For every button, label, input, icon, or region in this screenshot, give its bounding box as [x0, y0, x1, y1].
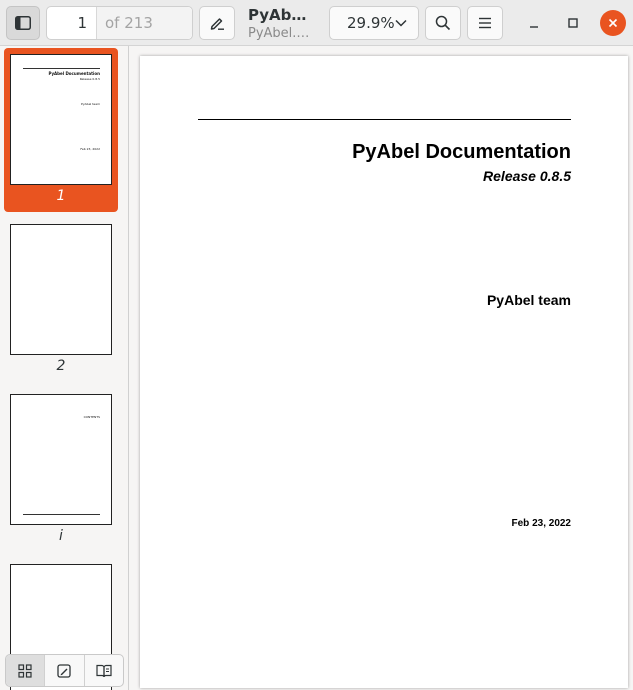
document-title-label: PyAb…: [248, 6, 307, 24]
document-subtitle-label: PyAbel.…: [248, 26, 310, 41]
minimize-button[interactable]: [521, 10, 547, 36]
thumbnail-preview: PyAbel Documentation Release 0.8.5 PyAbe…: [10, 54, 112, 185]
thumbnail-label: 2: [56, 358, 66, 374]
grid-icon: [18, 663, 32, 678]
zoom-level-label: 29.9%: [347, 14, 395, 32]
thumbnail-sidebar[interactable]: PyAbel Documentation Release 0.8.5 PyAbe…: [0, 46, 129, 690]
thumbnail-page-2[interactable]: 2: [4, 218, 118, 382]
pencil-icon: [210, 18, 224, 30]
thumbnail-text: PyAbel team: [81, 102, 100, 106]
current-page-input[interactable]: 1: [47, 7, 97, 39]
thumbnail-preview: [10, 224, 112, 355]
minimize-icon: [530, 26, 538, 28]
document-title: PyAbel Documentation: [352, 141, 571, 163]
thumbnail-label: 1: [56, 188, 66, 204]
sidebar-view-switcher: [5, 654, 124, 687]
thumbnail-page-i[interactable]: CONTENTS i: [4, 388, 118, 552]
title-rule: [198, 119, 571, 120]
document-page: PyAbel Documentation Release 0.8.5 PyAbe…: [140, 56, 628, 688]
main-menu-button[interactable]: [467, 6, 503, 40]
header-bar: 1 of 213 PyAb… PyAbel.… 29.9%: [0, 0, 633, 46]
page-total-label: of 213: [97, 7, 192, 39]
annotations-view-button[interactable]: [45, 655, 85, 686]
sidebar-toggle-icon: [15, 16, 31, 30]
document-date: Feb 23, 2022: [511, 518, 571, 529]
document-release: Release 0.8.5: [483, 168, 571, 184]
thumbnail-text: Feb 23, 2022: [80, 147, 100, 151]
chevron-down-icon: [395, 19, 407, 27]
zoom-dropdown[interactable]: 29.9%: [329, 6, 419, 40]
thumbnail-text: Release 0.8.5: [79, 77, 100, 81]
document-author: PyAbel team: [486, 292, 571, 308]
search-icon: [435, 15, 451, 31]
bookmarks-icon: [96, 664, 112, 677]
close-button[interactable]: [600, 10, 626, 36]
maximize-button[interactable]: [560, 10, 586, 36]
window-title: PyAb… PyAbel.…: [248, 6, 316, 41]
thumbnail-page-1[interactable]: PyAbel Documentation Release 0.8.5 PyAbe…: [4, 48, 118, 212]
document-view[interactable]: PyAbel Documentation Release 0.8.5 PyAbe…: [130, 46, 633, 690]
thumbnail-preview: CONTENTS: [10, 394, 112, 525]
bookmarks-view-button[interactable]: [85, 655, 123, 686]
page-number-entry[interactable]: 1 of 213: [46, 6, 193, 40]
thumbnail-text: PyAbel Documentation: [48, 71, 100, 76]
thumbnail-label: i: [59, 528, 63, 544]
annotate-button[interactable]: [199, 6, 235, 40]
thumbnail-text: CONTENTS: [83, 415, 100, 419]
maximize-icon: [568, 18, 578, 28]
thumbnail-rule: [23, 68, 100, 69]
thumbnails-view-button[interactable]: [6, 655, 46, 686]
close-icon: [608, 18, 618, 28]
thumbnail-rule: [23, 514, 100, 515]
search-button[interactable]: [425, 6, 461, 40]
annotations-icon: [57, 663, 72, 678]
sidebar-toggle-button[interactable]: [6, 6, 40, 40]
hamburger-menu-icon: [479, 17, 491, 29]
